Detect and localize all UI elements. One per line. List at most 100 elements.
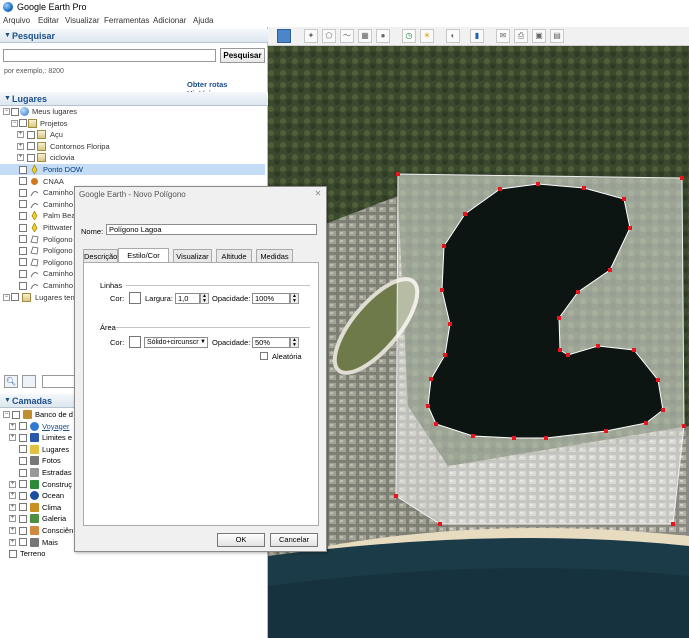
expand-icon[interactable]: + bbox=[9, 434, 16, 442]
path-icon[interactable]: 〜 bbox=[340, 29, 354, 43]
menu-adicionar[interactable]: Adicionar bbox=[153, 16, 186, 25]
expand-icon[interactable]: − bbox=[3, 411, 10, 418]
maps-icon[interactable]: ▤ bbox=[550, 29, 564, 43]
polygon-vertex[interactable] bbox=[680, 176, 684, 180]
print-icon[interactable]: ⎙ bbox=[514, 29, 528, 43]
polygon-vertex[interactable] bbox=[438, 522, 442, 526]
polygon-vertex[interactable] bbox=[558, 348, 562, 352]
polygon-vertex[interactable] bbox=[632, 348, 636, 352]
expand-icon[interactable]: + bbox=[9, 527, 16, 534]
name-field[interactable]: Polígono Lagoa bbox=[106, 224, 317, 235]
line-opacity-input[interactable]: 100% bbox=[252, 293, 290, 304]
visibility-checkbox[interactable] bbox=[19, 211, 27, 220]
polygon-vertex[interactable] bbox=[582, 186, 586, 190]
polygon-vertex[interactable] bbox=[443, 353, 447, 357]
visibility-checkbox[interactable] bbox=[19, 246, 27, 255]
places-tree-item[interactable]: Ponto DOW bbox=[0, 164, 265, 175]
random-color-checkbox[interactable] bbox=[260, 352, 268, 360]
visibility-checkbox[interactable] bbox=[19, 468, 27, 477]
visibility-checkbox[interactable] bbox=[19, 281, 27, 290]
sidebar-toggle-icon[interactable] bbox=[277, 29, 291, 43]
tour-record-icon[interactable]: ● bbox=[376, 29, 390, 43]
polygon-vertex[interactable] bbox=[644, 421, 648, 425]
area-color-swatch[interactable] bbox=[129, 336, 141, 348]
polygon-vertex[interactable] bbox=[396, 172, 400, 176]
tab-descricao[interactable]: Descrição bbox=[83, 249, 118, 263]
ok-button[interactable]: OK bbox=[217, 533, 265, 547]
visibility-checkbox[interactable] bbox=[19, 503, 27, 512]
polygon-vertex[interactable] bbox=[622, 197, 626, 201]
polygon-vertex[interactable] bbox=[576, 290, 580, 294]
expand-icon[interactable]: − bbox=[11, 119, 18, 127]
search-panel-header[interactable]: ▼ Pesquisar bbox=[0, 29, 268, 43]
tab-altitude[interactable]: Altitude bbox=[216, 249, 252, 263]
polygon-vertex[interactable] bbox=[429, 377, 433, 381]
polygon-vertex[interactable] bbox=[671, 522, 675, 526]
visibility-checkbox[interactable] bbox=[19, 538, 27, 547]
expand-icon[interactable]: + bbox=[9, 480, 16, 488]
expand-icon[interactable]: + bbox=[9, 515, 16, 523]
visibility-checkbox[interactable] bbox=[11, 293, 19, 302]
visibility-checkbox[interactable] bbox=[19, 526, 27, 535]
email-icon[interactable]: ✉ bbox=[496, 29, 510, 43]
polygon-vertex[interactable] bbox=[512, 436, 516, 440]
save-image-icon[interactable]: ▣ bbox=[532, 29, 546, 43]
area-opacity-stepper[interactable]: ▲ ▼ bbox=[290, 337, 299, 348]
visibility-checkbox[interactable] bbox=[11, 107, 19, 116]
close-icon[interactable]: ✕ bbox=[313, 189, 323, 199]
line-color-swatch[interactable] bbox=[129, 292, 141, 304]
visibility-checkbox[interactable] bbox=[19, 119, 27, 128]
cancel-button[interactable]: Cancelar bbox=[270, 533, 318, 547]
polygon-vertex[interactable] bbox=[544, 436, 548, 440]
menu-ajuda[interactable]: Ajuda bbox=[193, 16, 213, 25]
visibility-checkbox[interactable] bbox=[27, 153, 35, 162]
polygon-vertex[interactable] bbox=[628, 226, 632, 230]
visibility-checkbox[interactable] bbox=[19, 223, 27, 232]
polygon-vertex[interactable] bbox=[536, 182, 540, 186]
fill-style-select[interactable]: Sólido+circunscr ▼ bbox=[144, 337, 208, 348]
tab-visualizar[interactable]: Visualizar bbox=[173, 249, 212, 263]
line-width-stepper[interactable]: ▲ ▼ bbox=[200, 293, 209, 304]
polygon-vertex[interactable] bbox=[596, 344, 600, 348]
tab-estilo-cor[interactable]: Estilo/Cor bbox=[118, 248, 169, 263]
expand-icon[interactable]: + bbox=[9, 538, 16, 546]
search-button[interactable]: Pesquisar bbox=[220, 48, 265, 63]
places-tree-item[interactable]: + ciclovia bbox=[0, 152, 267, 163]
expand-icon[interactable]: + bbox=[17, 154, 24, 162]
expand-icon[interactable]: − bbox=[3, 108, 10, 115]
expand-icon[interactable]: + bbox=[9, 503, 16, 511]
visibility-checkbox[interactable] bbox=[19, 177, 27, 186]
tab-medidas[interactable]: Medidas bbox=[256, 249, 293, 263]
visibility-checkbox[interactable] bbox=[19, 422, 27, 431]
polygon-vertex[interactable] bbox=[604, 429, 608, 433]
polygon-vertex[interactable] bbox=[463, 212, 467, 216]
polygon-vertex[interactable] bbox=[442, 244, 446, 248]
visibility-checkbox[interactable] bbox=[19, 188, 27, 197]
sunlight-icon[interactable]: ☀ bbox=[420, 29, 434, 43]
visibility-checkbox[interactable] bbox=[19, 165, 27, 174]
expand-icon[interactable]: + bbox=[9, 422, 16, 430]
menu-arquivo[interactable]: Arquivo bbox=[3, 16, 30, 25]
polygon-vertex[interactable] bbox=[557, 316, 561, 320]
get-directions-link[interactable]: Obter rotas bbox=[187, 80, 227, 89]
placemark-icon[interactable]: ✦ bbox=[304, 29, 318, 43]
visibility-checkbox[interactable] bbox=[19, 269, 27, 278]
image-overlay-icon[interactable]: ▦ bbox=[358, 29, 372, 43]
visibility-checkbox[interactable] bbox=[19, 480, 27, 489]
places-panel-header[interactable]: ▼ Lugares bbox=[0, 92, 268, 106]
menu-visualizar[interactable]: Visualizar bbox=[65, 16, 100, 25]
visibility-checkbox[interactable] bbox=[12, 410, 20, 419]
menu-editar[interactable]: Editar bbox=[38, 16, 59, 25]
visibility-checkbox[interactable] bbox=[19, 456, 27, 465]
planets-icon[interactable]: ◐ bbox=[446, 29, 460, 43]
polygon-vertex[interactable] bbox=[394, 494, 398, 498]
expand-icon[interactable]: − bbox=[3, 293, 10, 301]
expand-icon[interactable]: + bbox=[17, 131, 24, 139]
polygon-vertex[interactable] bbox=[608, 268, 612, 272]
visibility-checkbox[interactable] bbox=[19, 491, 27, 500]
places-tree-item[interactable]: − Projetos bbox=[0, 118, 267, 129]
polygon-vertex[interactable] bbox=[426, 404, 430, 408]
area-opacity-input[interactable]: 50% bbox=[252, 337, 290, 348]
polygon-vertex[interactable] bbox=[448, 322, 452, 326]
polygon-vertex[interactable] bbox=[471, 434, 475, 438]
